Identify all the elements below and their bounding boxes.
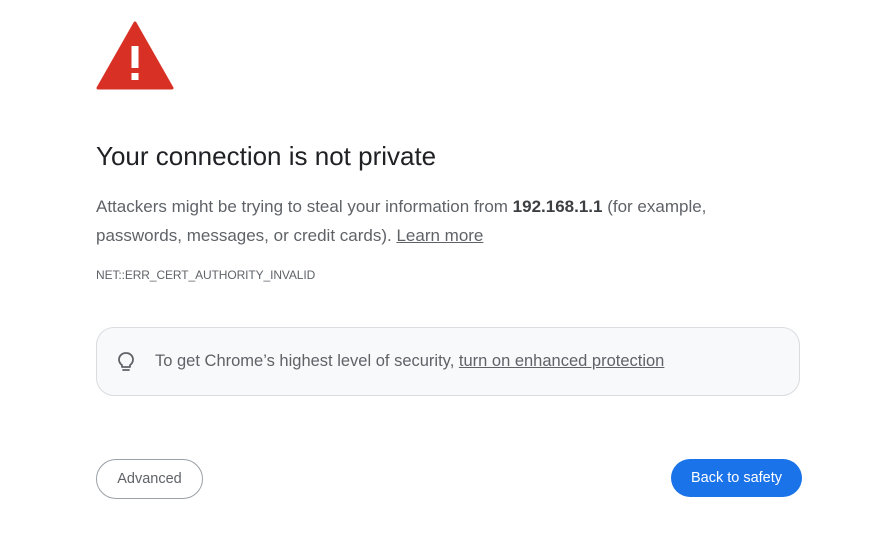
enhanced-protection-link[interactable]: turn on enhanced protection bbox=[459, 352, 665, 370]
warning-triangle-icon bbox=[96, 21, 174, 90]
security-tip-text: To get Chrome’s highest level of securit… bbox=[155, 352, 664, 371]
tip-message: To get Chrome’s highest level of securit… bbox=[155, 352, 459, 370]
advanced-button[interactable]: Advanced bbox=[96, 459, 203, 499]
error-code: NET::ERR_CERT_AUTHORITY_INVALID bbox=[96, 268, 316, 282]
back-to-safety-button[interactable]: Back to safety bbox=[671, 459, 802, 497]
description-text: Attackers might be trying to steal your … bbox=[96, 197, 513, 216]
security-tip-box: To get Chrome’s highest level of securit… bbox=[96, 327, 800, 396]
host-address: 192.168.1.1 bbox=[512, 197, 603, 216]
page-title: Your connection is not private bbox=[96, 141, 437, 171]
error-description: Attackers might be trying to steal your … bbox=[96, 192, 796, 250]
lightbulb-icon bbox=[117, 351, 135, 373]
learn-more-link[interactable]: Learn more bbox=[396, 226, 483, 245]
